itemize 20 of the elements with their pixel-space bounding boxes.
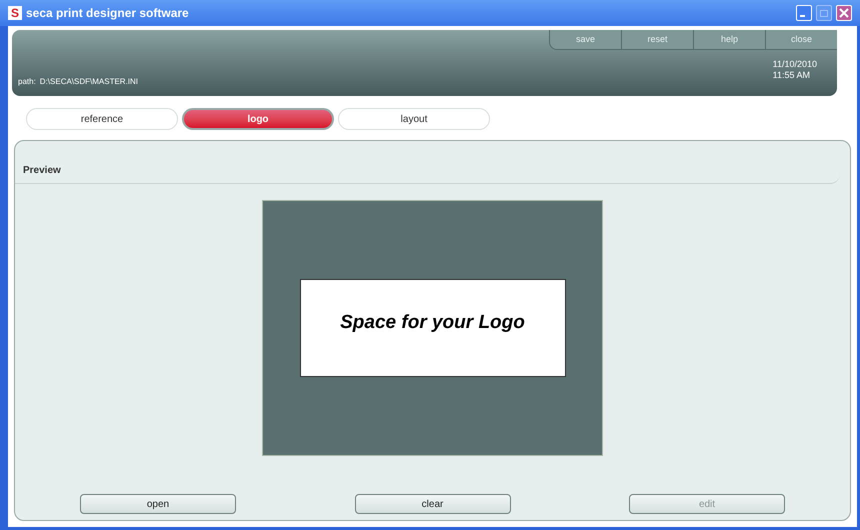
tab[interactable]: layout bbox=[338, 108, 490, 130]
preview-title: Preview bbox=[23, 165, 61, 176]
action-button[interactable]: clear bbox=[354, 494, 510, 514]
tab[interactable]: reference bbox=[26, 108, 178, 130]
time-text: 11:55 AM bbox=[772, 70, 811, 81]
app-icon: S bbox=[8, 6, 22, 20]
path-label: path: bbox=[18, 76, 36, 88]
header-action-button[interactable]: close bbox=[765, 30, 837, 50]
header-action-button[interactable]: reset bbox=[621, 30, 693, 50]
action-button[interactable]: open bbox=[80, 494, 236, 514]
path-value: D:\SECA\SDF\MASTER.INI bbox=[40, 76, 138, 88]
close-icon bbox=[839, 8, 849, 18]
logo-text: Space for your Logo bbox=[340, 310, 525, 335]
header-action-button[interactable]: save bbox=[549, 30, 621, 50]
tab[interactable]: logo bbox=[182, 108, 334, 130]
close-button[interactable] bbox=[836, 5, 852, 21]
header-action-button[interactable]: help bbox=[693, 30, 765, 50]
window-title: seca print designer software bbox=[26, 5, 189, 22]
date-text: 11/10/2010 bbox=[772, 59, 817, 70]
minimize-button[interactable] bbox=[796, 5, 812, 21]
